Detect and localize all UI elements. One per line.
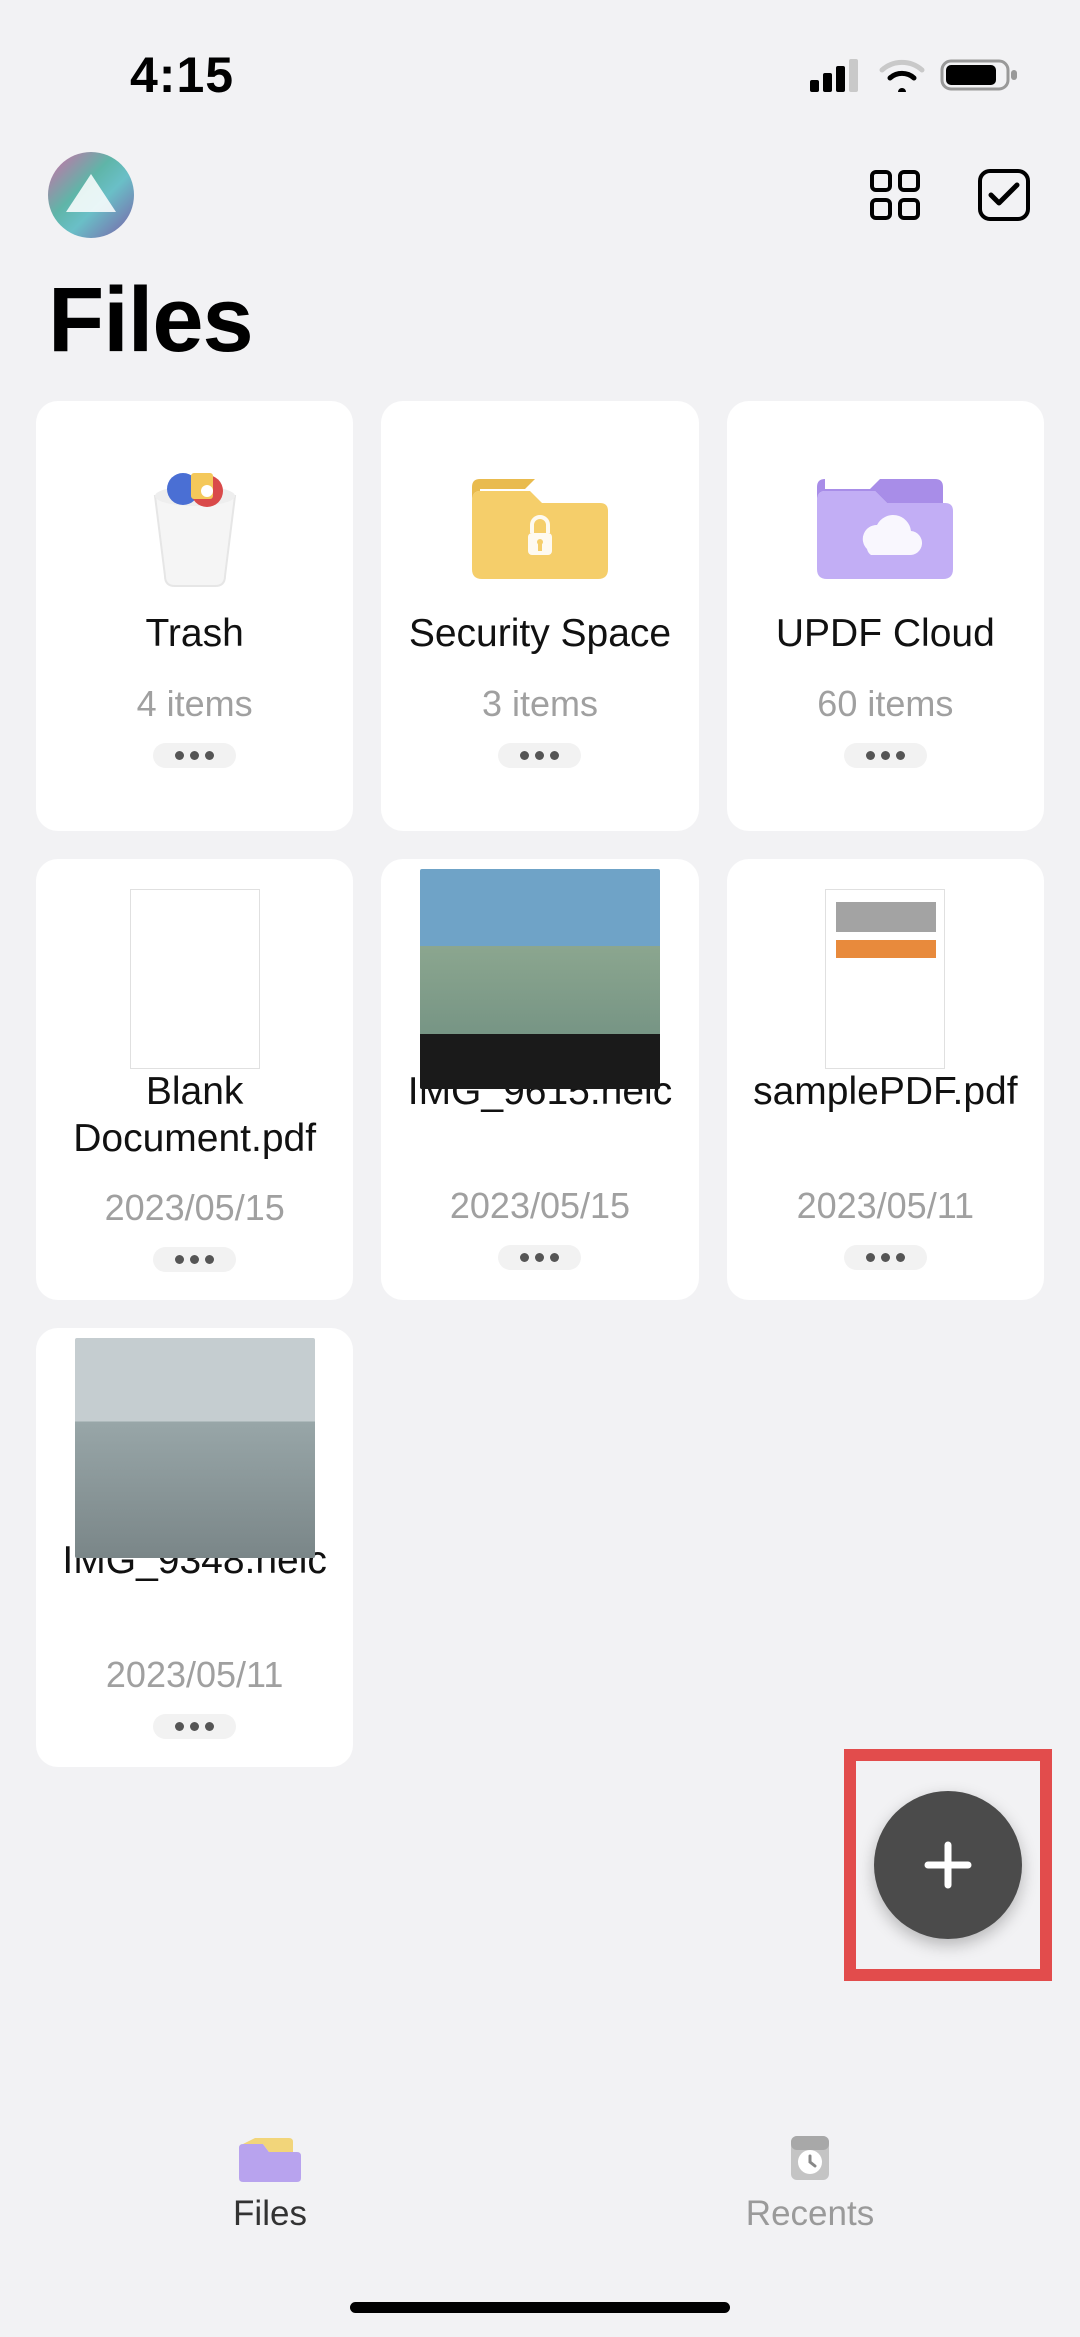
- card-subtitle: 2023/05/11: [106, 1654, 284, 1696]
- file-card-img-9348[interactable]: IMG_9348.heic 2023/05/11: [36, 1328, 353, 1767]
- grid-view-icon[interactable]: [868, 168, 922, 222]
- pdf-thumbnail: [739, 899, 1032, 1059]
- status-bar: 4:15: [0, 0, 1080, 110]
- more-button[interactable]: [153, 1714, 236, 1739]
- battery-icon: [940, 57, 1020, 93]
- card-title: Trash: [48, 611, 341, 659]
- status-time: 4:15: [130, 46, 234, 104]
- card-subtitle: 3 items: [482, 683, 598, 725]
- tab-label: Recents: [746, 2194, 874, 2234]
- more-button[interactable]: [498, 1245, 581, 1270]
- card-subtitle: 2023/05/15: [105, 1187, 285, 1229]
- tab-bar: Files Recents: [0, 2097, 1080, 2267]
- document-thumbnail: [48, 899, 341, 1059]
- plus-icon: [918, 1835, 978, 1895]
- home-indicator[interactable]: [350, 2302, 730, 2313]
- folder-card-cloud[interactable]: UPDF Cloud 60 items: [727, 401, 1044, 831]
- header-actions: [868, 167, 1032, 223]
- wifi-icon: [878, 58, 926, 92]
- file-card-img-9615[interactable]: IMG_9615.heic 2023/05/15: [381, 859, 698, 1300]
- add-button-highlight: [844, 1749, 1052, 1981]
- header-row: [0, 110, 1080, 238]
- folder-icon: [235, 2130, 305, 2186]
- image-thumbnail: [393, 899, 686, 1059]
- card-subtitle: 2023/05/15: [450, 1185, 630, 1227]
- more-button[interactable]: [498, 743, 581, 768]
- clock-icon: [775, 2130, 845, 2186]
- card-title: Security Space: [393, 611, 686, 659]
- select-checkbox-icon[interactable]: [976, 167, 1032, 223]
- card-subtitle: 2023/05/11: [797, 1185, 975, 1227]
- files-grid: Trash 4 items Security Space 3 items: [0, 401, 1080, 1767]
- more-button[interactable]: [844, 1245, 927, 1270]
- folder-card-trash[interactable]: Trash 4 items: [36, 401, 353, 831]
- add-button[interactable]: [874, 1791, 1022, 1939]
- folder-card-security[interactable]: Security Space 3 items: [381, 401, 698, 831]
- image-thumbnail: [48, 1368, 341, 1528]
- card-title: Blank Document.pdf: [48, 1069, 341, 1163]
- tab-label: Files: [233, 2194, 307, 2234]
- tab-recents[interactable]: Recents: [540, 2097, 1080, 2267]
- card-title: samplePDF.pdf: [739, 1069, 1032, 1161]
- avatar[interactable]: [48, 152, 134, 238]
- folder-cloud-icon: [739, 441, 1032, 601]
- card-subtitle: 60 items: [817, 683, 953, 725]
- more-button[interactable]: [844, 743, 927, 768]
- folder-lock-icon: [393, 441, 686, 601]
- trash-icon: [48, 441, 341, 601]
- card-subtitle: 4 items: [137, 683, 253, 725]
- tab-files[interactable]: Files: [0, 2097, 540, 2267]
- page-title: Files: [0, 238, 1080, 401]
- more-button[interactable]: [153, 1247, 236, 1272]
- file-card-blank-document[interactable]: Blank Document.pdf 2023/05/15: [36, 859, 353, 1300]
- more-button[interactable]: [153, 743, 236, 768]
- card-title: UPDF Cloud: [739, 611, 1032, 659]
- file-card-sample-pdf[interactable]: samplePDF.pdf 2023/05/11: [727, 859, 1044, 1300]
- status-icons: [810, 57, 1020, 93]
- cellular-icon: [810, 58, 864, 92]
